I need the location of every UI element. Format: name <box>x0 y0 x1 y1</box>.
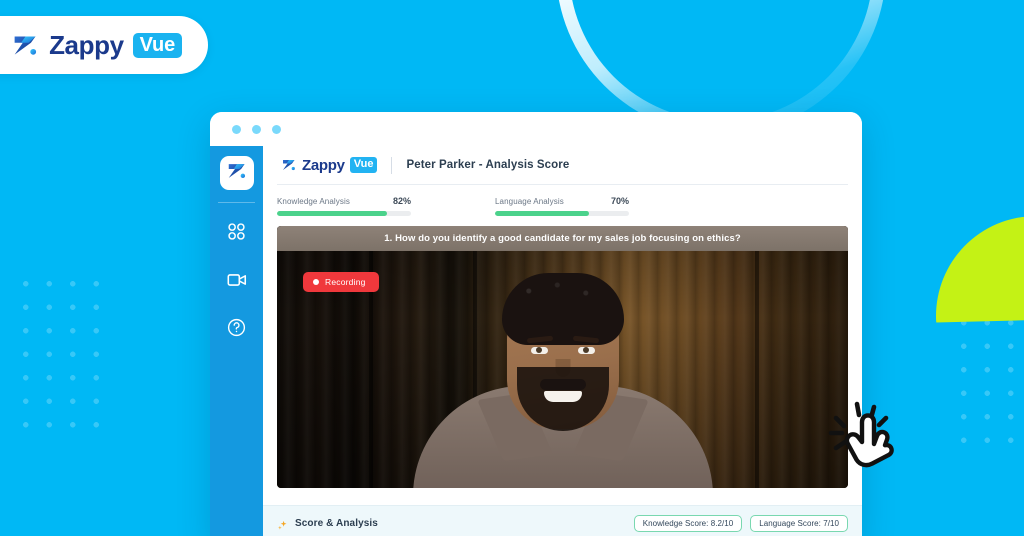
video-camera-icon <box>226 269 248 296</box>
record-dot-icon <box>313 278 319 285</box>
brand-badge: Vue <box>132 32 182 58</box>
question-circle-icon <box>226 317 247 343</box>
sidebar-logo-button[interactable] <box>219 156 254 190</box>
sparkle-icon <box>277 518 288 530</box>
analysis-item-knowledge: Knowledge Analysis 82% <box>277 196 411 216</box>
decorative-dot-grid-left <box>14 272 110 436</box>
analysis-item-language: Language Analysis 70% <box>495 196 629 216</box>
sidebar-item-help[interactable] <box>220 313 254 347</box>
window-dot-minimize-icon[interactable] <box>252 124 261 134</box>
app-sidebar <box>210 146 263 536</box>
sidebar-item-interviews[interactable] <box>220 265 254 299</box>
brand-lockup: Zappy Vue <box>11 31 182 60</box>
zappy-z-mark-icon <box>226 160 248 187</box>
status-badge-language-score: Language Score: 7/10 <box>750 515 848 532</box>
sidebar-divider <box>218 202 255 203</box>
figure-eye-right <box>577 346 595 354</box>
score-chips: Knowledge Score: 8.2/10 Language Score: … <box>633 515 848 532</box>
score-analysis-panel: Score & Analysis Knowledge Score: 8.2/10… <box>263 505 862 536</box>
app-header-brand[interactable]: Zappy Vue <box>281 156 378 174</box>
zappy-z-mark-icon <box>11 31 40 60</box>
recording-label: Recording <box>325 276 366 287</box>
progress-track <box>277 211 411 216</box>
score-panel-heading: Score & Analysis <box>277 518 378 530</box>
app-main: Zappy Vue Peter Parker - Analysis Score … <box>263 146 862 536</box>
figure-mouth <box>543 390 582 402</box>
sidebar-item-dashboard[interactable] <box>220 217 254 251</box>
window-dot-close-icon[interactable] <box>232 124 241 134</box>
score-panel-title: Score & Analysis <box>295 518 378 529</box>
analysis-label: Knowledge Analysis <box>277 197 350 206</box>
status-badge-knowledge-score: Knowledge Score: 8.2/10 <box>633 515 743 532</box>
pointing-hand-click-cursor-icon <box>822 392 914 484</box>
app-header-brand-name: Zappy <box>302 156 345 174</box>
analysis-label-row: Language Analysis 70% <box>495 196 629 206</box>
figure-moustache <box>539 378 586 390</box>
analysis-progress-row: Knowledge Analysis 82% Language Analysis… <box>263 185 862 226</box>
app-header-brand-badge: Vue <box>349 157 378 173</box>
interview-question-bar: 1. How do you identify a good candidate … <box>277 225 848 251</box>
header-divider <box>391 156 393 174</box>
brand-name: Zappy <box>49 30 124 60</box>
grid-squares-icon <box>226 221 247 247</box>
figure-eye-left <box>530 346 548 354</box>
analysis-value: 70% <box>610 196 629 206</box>
analysis-label-row: Knowledge Analysis 82% <box>277 196 411 206</box>
analysis-value: 82% <box>392 196 411 206</box>
figure-hair <box>501 272 624 345</box>
recording-badge: Recording <box>303 271 379 292</box>
page-title: Peter Parker - Analysis Score <box>406 159 570 171</box>
app-body: Zappy Vue Peter Parker - Analysis Score … <box>210 146 862 536</box>
progress-fill <box>277 211 387 216</box>
app-header: Zappy Vue Peter Parker - Analysis Score <box>263 146 862 184</box>
window-dot-maximize-icon[interactable] <box>272 124 281 134</box>
zappy-z-mark-icon <box>281 157 297 173</box>
browser-titlebar <box>210 112 862 146</box>
browser-window: Zappy Vue Peter Parker - Analysis Score … <box>210 112 862 536</box>
brand-logo-pill: Zappy Vue <box>0 16 208 74</box>
interview-video-player[interactable]: 1. How do you identify a good candidate … <box>277 225 848 488</box>
progress-track <box>495 211 629 216</box>
interview-question-text: 1. How do you identify a good candidate … <box>384 232 741 244</box>
analysis-label: Language Analysis <box>495 197 564 206</box>
progress-fill <box>495 211 589 216</box>
